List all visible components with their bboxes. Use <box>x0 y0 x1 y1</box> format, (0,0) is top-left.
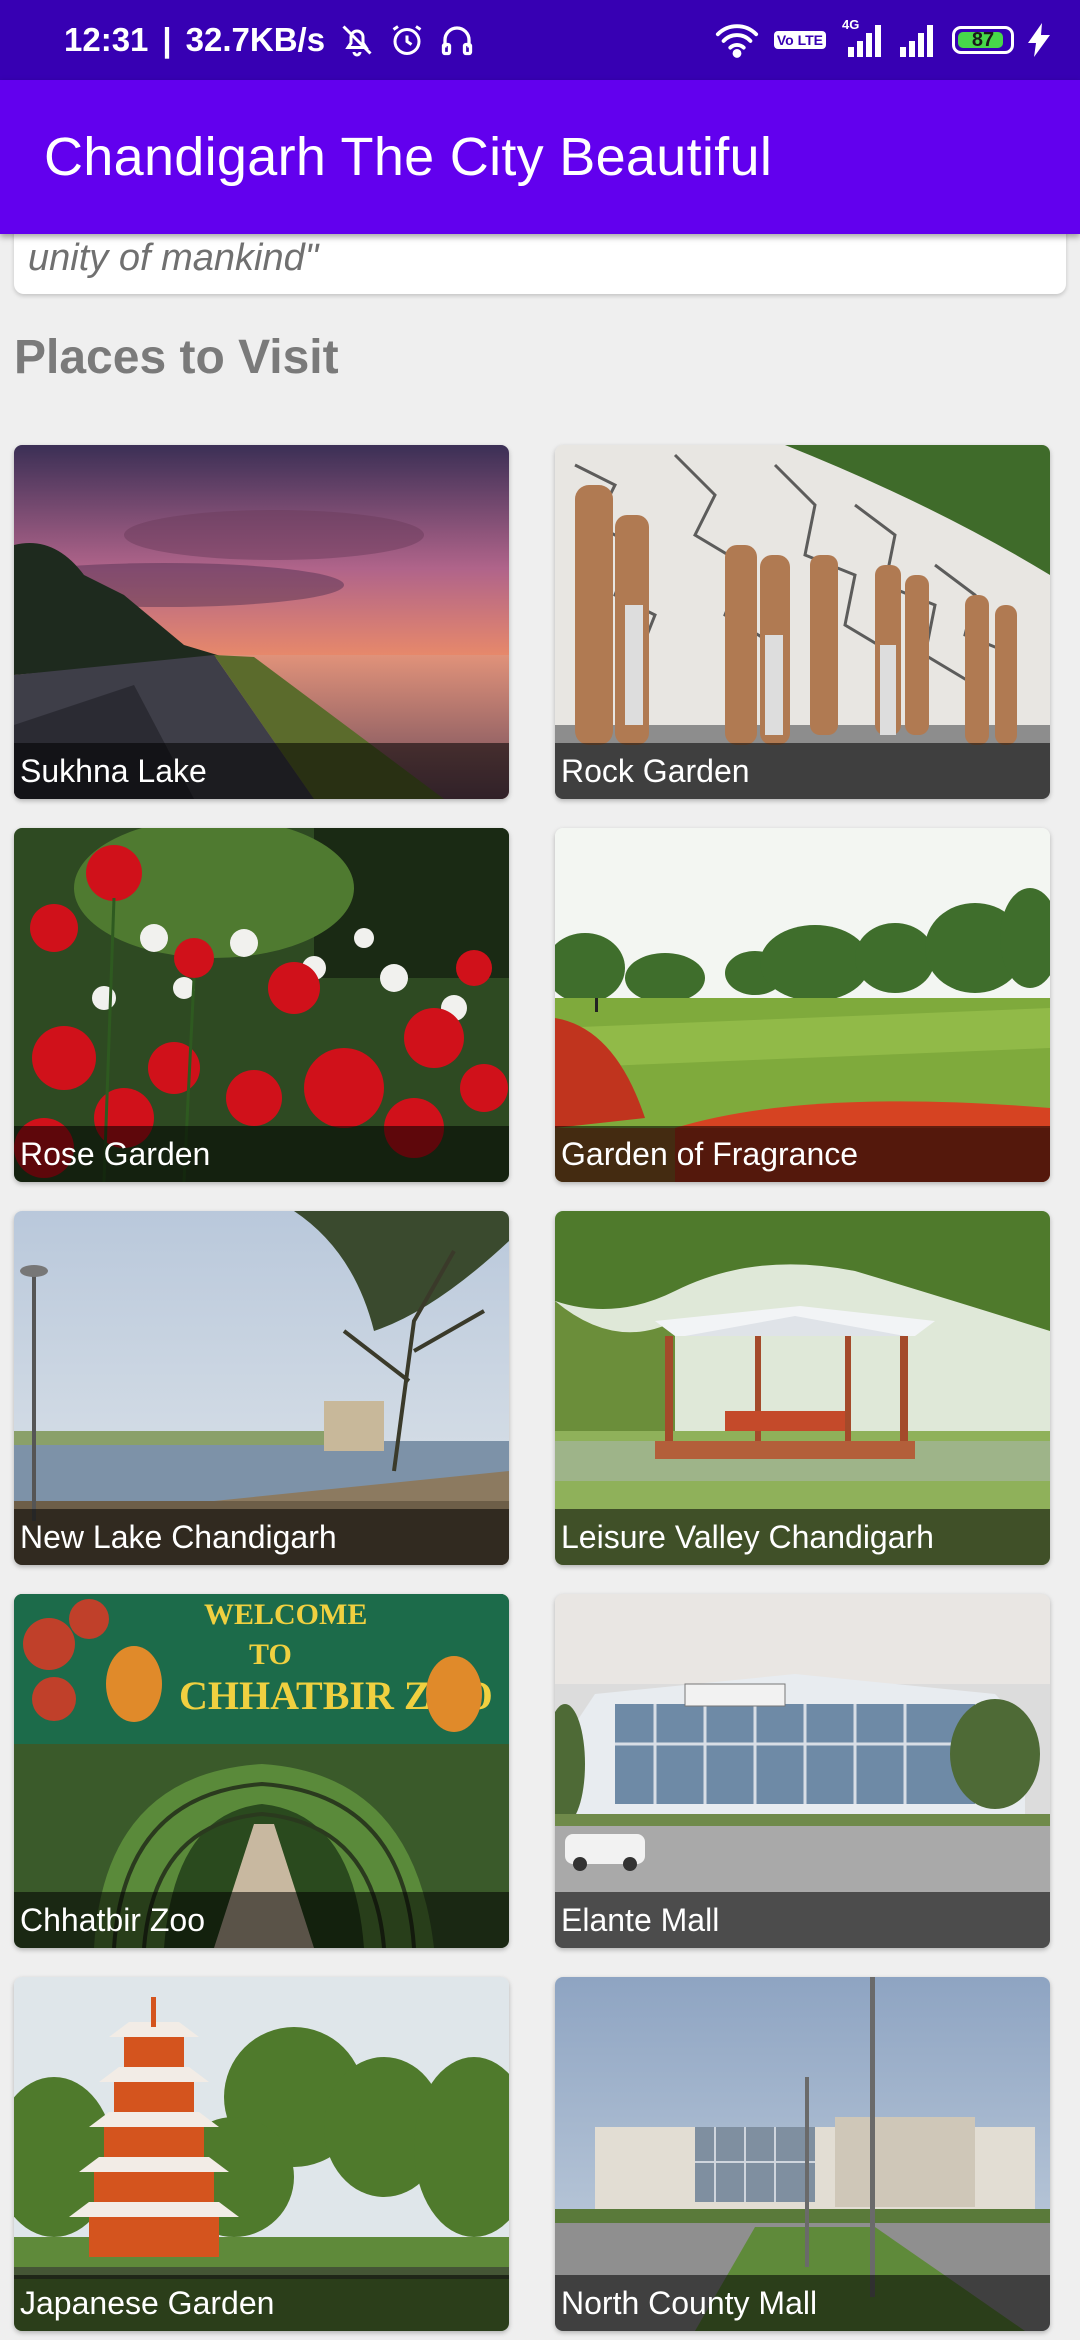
places-section-title: Places to Visit <box>14 331 339 384</box>
app-bar: Chandigarh The City Beautiful <box>0 80 1080 234</box>
place-card-leisure-valley[interactable]: Leisure Valley Chandigarh <box>555 1211 1050 1565</box>
status-time: 12:31 <box>64 21 149 58</box>
place-name: Rock Garden <box>555 743 1050 799</box>
headphones-icon <box>439 22 475 58</box>
svg-text:WELCOME: WELCOME <box>204 1598 367 1631</box>
intro-card: unity of mankind" <box>14 234 1066 294</box>
alarm-icon <box>389 22 425 58</box>
svg-text:TO: TO <box>249 1638 292 1671</box>
place-name: Chhatbir Zoo <box>14 1892 509 1948</box>
intro-quote-text: unity of mankind" <box>28 237 319 279</box>
volte-icon: Vo LTE <box>773 31 826 49</box>
status-right: Vo LTE 4G 87 <box>714 0 1050 80</box>
battery-icon: 87 <box>952 26 1014 54</box>
place-card-japanese-garden[interactable]: Japanese Garden <box>14 1977 509 2331</box>
place-name: Leisure Valley Chandigarh <box>555 1509 1050 1565</box>
place-name: Garden of Fragrance <box>555 1126 1050 1182</box>
signal-4g-icon: 4G <box>840 17 884 57</box>
place-card-rose-garden[interactable]: Rose Garden <box>14 828 509 1182</box>
place-name: North County Mall <box>555 2275 1050 2331</box>
content-scroll[interactable]: unity of mankind" Places to Visit Sukhna… <box>0 234 1080 2340</box>
wifi-icon <box>714 22 760 58</box>
place-card-sukhna-lake[interactable]: Sukhna Lake <box>14 445 509 799</box>
place-card-elante-mall[interactable]: Elante Mall <box>555 1594 1050 1948</box>
status-separator: | <box>162 21 172 58</box>
place-card-new-lake[interactable]: New Lake Chandigarh <box>14 1211 509 1565</box>
place-name: Elante Mall <box>555 1892 1050 1948</box>
network-type-label: 4G <box>842 17 860 32</box>
app-title: Chandigarh The City Beautiful <box>44 127 773 187</box>
place-name: Japanese Garden <box>14 2275 509 2331</box>
place-card-north-county-mall[interactable]: North County Mall <box>555 1977 1050 2331</box>
place-name: Sukhna Lake <box>14 743 509 799</box>
battery-level: 87 <box>971 28 995 51</box>
place-card-rock-garden[interactable]: Rock Garden <box>555 445 1050 799</box>
mute-icon <box>339 22 375 58</box>
place-card-garden-of-fragrance[interactable]: Garden of Fragrance <box>555 828 1050 1182</box>
signal-icon <box>898 23 938 57</box>
place-name: Rose Garden <box>14 1126 509 1182</box>
place-card-chhatbir-zoo[interactable]: WELCOME TO CHHATBIR ZOO Chhatbir Zoo <box>14 1594 509 1948</box>
charging-icon <box>1028 23 1050 57</box>
status-left: 12:31 | 32.7KB/s <box>64 0 475 80</box>
places-grid: Sukhna Lake Rock Garden Rose Garden Gard… <box>14 445 1050 2331</box>
network-speed: 32.7KB/s <box>185 21 326 58</box>
status-bar: 12:31 | 32.7KB/s Vo LTE 4G 87 <box>0 0 1080 80</box>
place-name: New Lake Chandigarh <box>14 1509 509 1565</box>
